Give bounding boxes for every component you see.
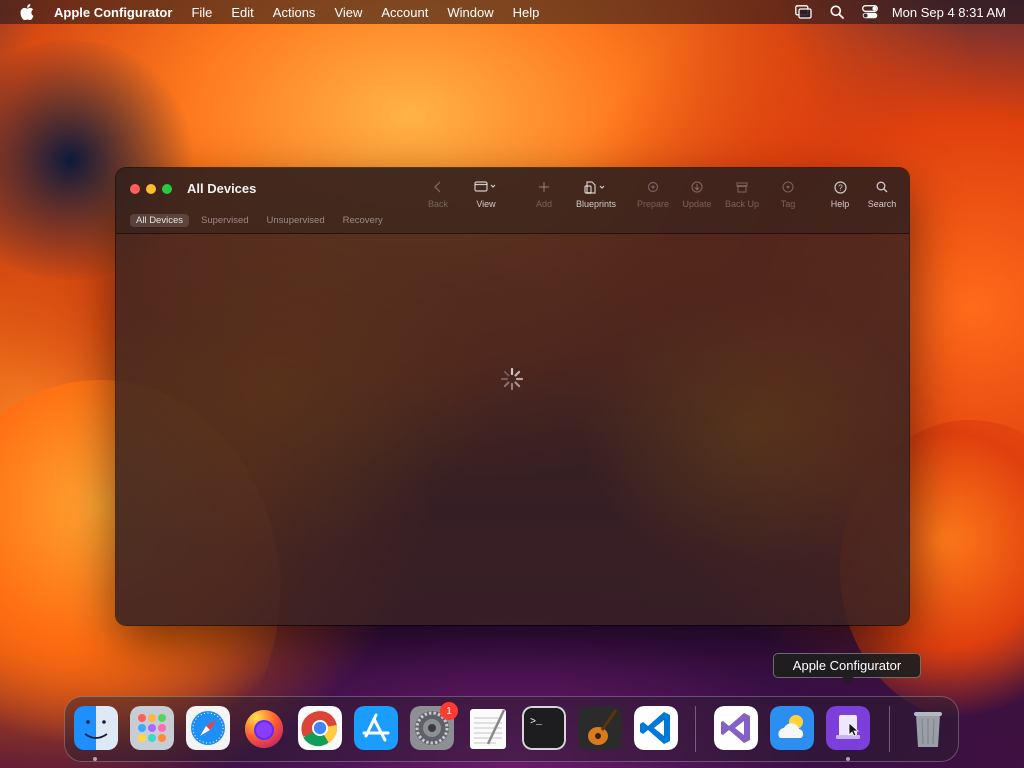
add-button[interactable]: Add	[522, 178, 566, 209]
update-download-icon	[675, 178, 719, 196]
vscode-icon[interactable]	[634, 706, 678, 750]
help-label: Help	[830, 199, 850, 209]
backup-button[interactable]: Back Up	[720, 178, 764, 209]
blueprints-label: Blueprints	[575, 199, 617, 209]
update-button[interactable]: Update	[675, 178, 719, 209]
backup-label: Back Up	[724, 199, 759, 209]
dock-tooltip: Apple Configurator	[773, 653, 921, 678]
back-button[interactable]: Back	[416, 178, 460, 209]
window-toolbar: All Devices Back View Add Blueprints Pre…	[116, 168, 909, 234]
app-store-icon[interactable]	[354, 706, 398, 750]
add-label: Add	[535, 199, 552, 209]
blueprints-button[interactable]: Blueprints	[570, 178, 622, 209]
loading-spinner-icon	[500, 367, 524, 391]
control-center-icon[interactable]	[861, 5, 878, 19]
dock-separator-trash	[889, 706, 890, 752]
menu-bar-clock[interactable]: Mon Sep 4 8:31 AM	[892, 5, 1006, 20]
safari-icon[interactable]	[186, 706, 230, 750]
close-button[interactable]	[130, 184, 140, 194]
tab-recovery[interactable]: Recovery	[337, 214, 389, 227]
tag-icon	[766, 178, 810, 196]
backup-archive-icon	[720, 178, 764, 196]
menu-edit[interactable]: Edit	[231, 5, 253, 20]
menu-account[interactable]: Account	[381, 5, 428, 20]
update-label: Update	[682, 199, 712, 209]
device-filter-tabs: All Devices Supervised Unsupervised Reco…	[130, 214, 395, 227]
prepare-button[interactable]: Prepare	[631, 178, 675, 209]
chrome-icon[interactable]	[298, 706, 342, 750]
menu-help[interactable]: Help	[513, 5, 540, 20]
zoom-button[interactable]	[162, 184, 172, 194]
tooltip-arrow	[842, 677, 854, 684]
svg-text:?: ?	[838, 183, 843, 192]
menu-window[interactable]: Window	[447, 5, 493, 20]
weather-icon[interactable]	[770, 706, 814, 750]
search-icon	[860, 178, 904, 196]
help-question-icon: ?	[818, 178, 862, 196]
window-title: All Devices	[187, 181, 257, 196]
textedit-icon[interactable]	[466, 706, 510, 750]
view-label: View	[476, 199, 496, 209]
visual-studio-icon[interactable]	[714, 706, 758, 750]
apple-logo-icon[interactable]	[20, 4, 36, 20]
system-settings-badge: 1	[440, 702, 458, 720]
apple-configurator-running-indicator	[846, 757, 850, 761]
blueprint-icon	[570, 178, 622, 196]
spotlight-search-icon[interactable]	[830, 5, 844, 19]
tab-unsupervised[interactable]: Unsupervised	[261, 214, 331, 227]
finder-icon[interactable]	[74, 706, 118, 750]
menu-app-name[interactable]: Apple Configurator	[54, 5, 172, 20]
search-label: Search	[867, 199, 897, 209]
plus-icon	[522, 178, 566, 196]
tag-button[interactable]: Tag	[766, 178, 810, 209]
minimize-button[interactable]	[146, 184, 156, 194]
help-button[interactable]: ? Help	[818, 178, 862, 209]
firefox-icon[interactable]	[242, 706, 286, 750]
search-button[interactable]: Search	[860, 178, 904, 209]
tab-all-devices[interactable]: All Devices	[130, 214, 189, 227]
terminal-icon[interactable]: >_	[522, 706, 566, 750]
garageband-icon[interactable]	[578, 706, 622, 750]
prepare-label: Prepare	[636, 199, 670, 209]
dock-separator	[695, 706, 696, 752]
chevron-left-icon	[416, 178, 460, 196]
menu-bar: Apple Configurator File Edit Actions Vie…	[0, 0, 1024, 24]
apple-configurator-icon[interactable]	[826, 706, 870, 750]
tab-supervised[interactable]: Supervised	[195, 214, 255, 227]
tag-label: Tag	[780, 199, 796, 209]
back-label: Back	[427, 199, 448, 209]
apple-configurator-window: All Devices Back View Add Blueprints Pre…	[116, 168, 909, 625]
prepare-gear-icon	[631, 178, 675, 196]
screen-mirroring-icon[interactable]	[794, 5, 812, 19]
menu-file[interactable]: File	[191, 5, 212, 20]
trash-icon[interactable]	[906, 706, 950, 750]
menu-actions[interactable]: Actions	[273, 5, 316, 20]
view-layout-icon	[464, 178, 508, 196]
finder-running-indicator	[93, 757, 97, 761]
launchpad-icon[interactable]	[130, 706, 174, 750]
menu-view[interactable]: View	[334, 5, 362, 20]
svg-text:>_: >_	[530, 717, 543, 728]
view-button[interactable]: View	[464, 178, 508, 209]
